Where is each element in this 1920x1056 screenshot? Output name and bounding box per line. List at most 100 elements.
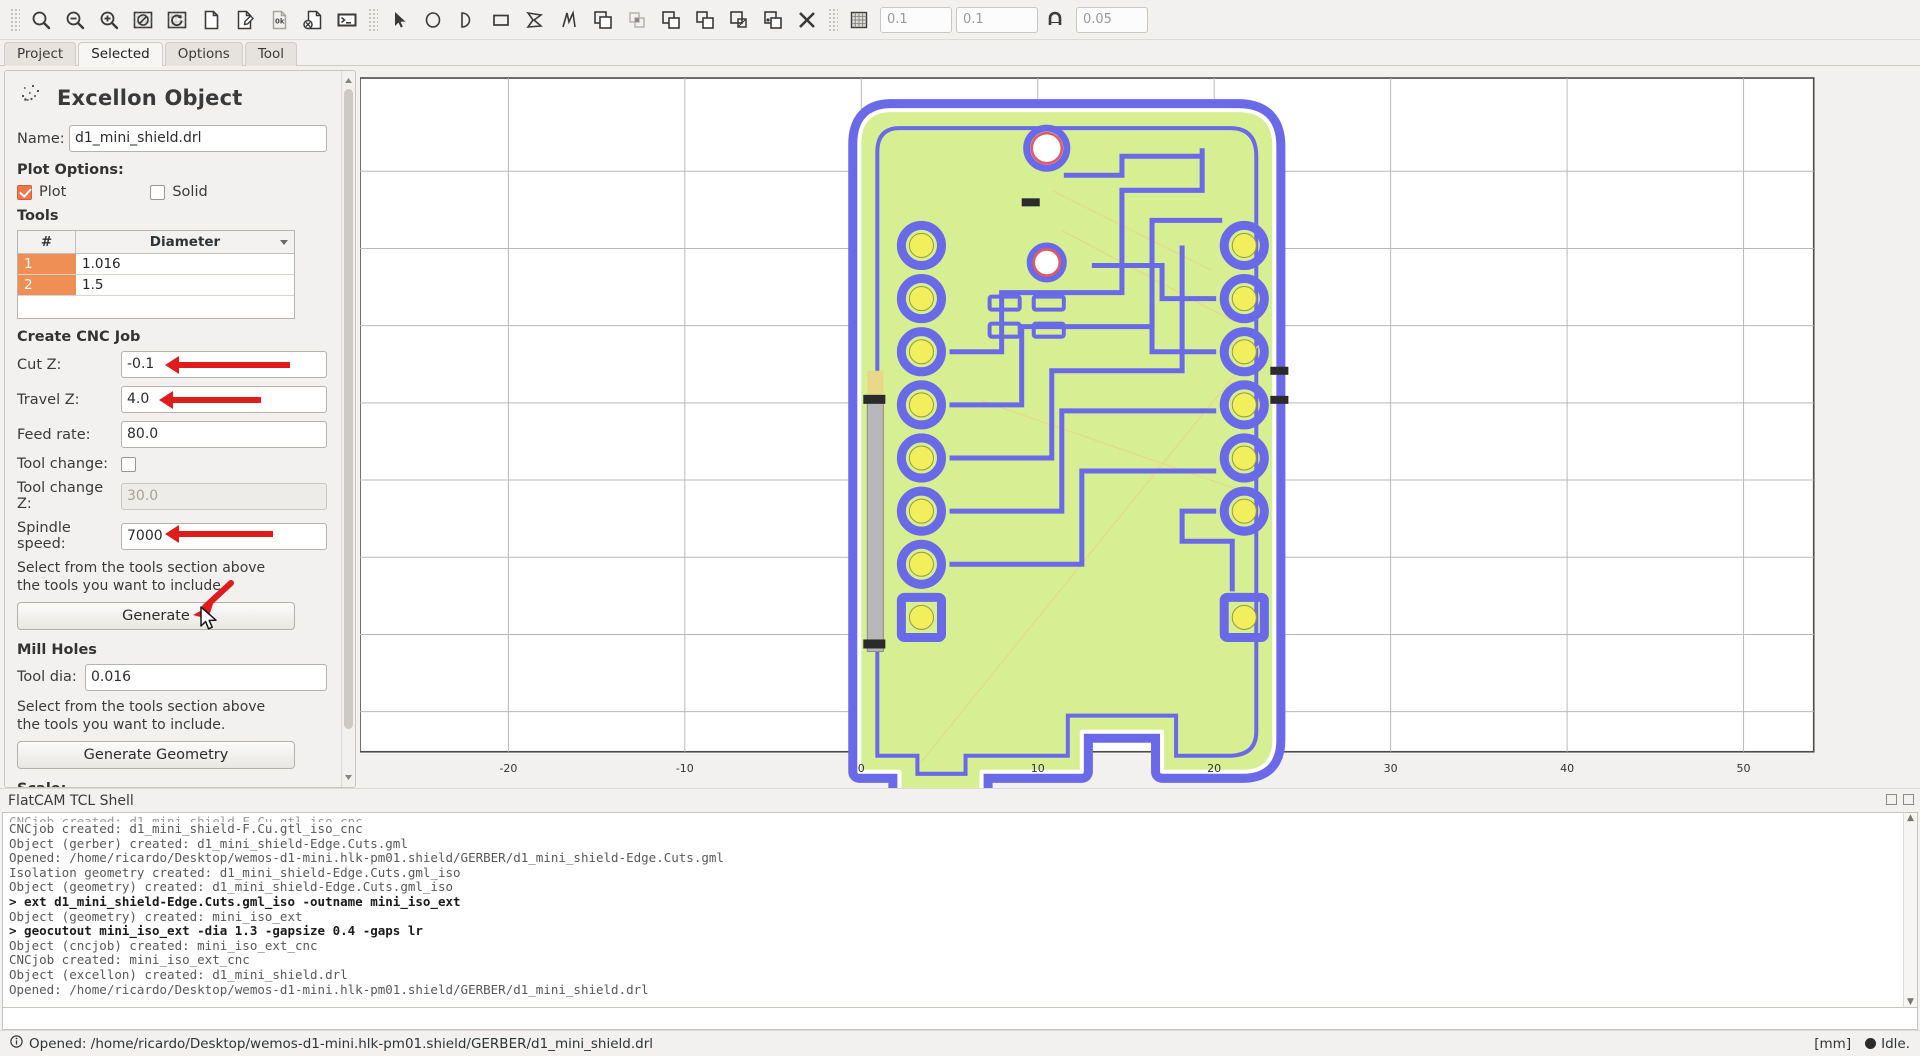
object-name-input[interactable]: d1_mini_shield.drl xyxy=(69,125,327,152)
shell-close-button[interactable] xyxy=(1903,794,1914,805)
svg-text:-10: -10 xyxy=(676,762,694,775)
shell-command-input[interactable] xyxy=(2,1008,1918,1030)
scroll-down-icon[interactable] xyxy=(344,770,353,784)
svg-text:30: 30 xyxy=(1384,762,1398,775)
tcl-shell[interactable]: CNCjob created: d1_mini_shield-F.Cu.gtl_… xyxy=(2,812,1918,1008)
polygon-icon[interactable] xyxy=(518,5,552,35)
save-ok-icon[interactable]: 0k xyxy=(262,5,296,35)
replot-icon[interactable] xyxy=(160,5,194,35)
plot-options-row: Plot Solid xyxy=(17,184,331,200)
cut-icon[interactable] xyxy=(688,5,722,35)
tab-options[interactable]: Options xyxy=(164,42,243,66)
tab-project[interactable]: Project xyxy=(4,42,77,66)
table-row[interactable]: 1 1.016 xyxy=(18,254,294,275)
main-toolbar: 0k 0.1 0.1 0.05 xyxy=(0,0,1920,40)
shell-scroll-up-icon[interactable]: ▲ xyxy=(1907,813,1914,823)
shell-window-buttons xyxy=(1886,794,1914,805)
toolbar-grip[interactable] xyxy=(10,7,20,32)
snap-max-input[interactable]: 0.05 xyxy=(1076,6,1148,33)
clear-plot-icon[interactable] xyxy=(126,5,160,35)
activity-indicator: Idle. xyxy=(1865,1036,1910,1052)
feed-rate-input[interactable]: 80.0 xyxy=(121,421,327,448)
new-file-icon[interactable] xyxy=(194,5,228,35)
grid-x-input[interactable]: 0.1 xyxy=(880,6,952,33)
grid-y-input[interactable]: 0.1 xyxy=(956,6,1038,33)
svg-text:40: 40 xyxy=(1560,762,1574,775)
shell-icon[interactable] xyxy=(330,5,364,35)
shell-scrollbar[interactable]: ▲ ▼ xyxy=(1903,813,1917,1007)
notebook-tabbar: Project Selected Options Tool xyxy=(0,40,1920,66)
toolbar-grip-3[interactable] xyxy=(828,7,838,32)
tool-dia-input[interactable]: 0.016 xyxy=(85,663,327,691)
mill-holes-hint: Select from the tools section above the … xyxy=(17,698,266,733)
cut-z-label: Cut Z: xyxy=(17,356,62,373)
shell-line: Object (gerber) created: d1_mini_shield-… xyxy=(9,835,408,851)
shell-scroll-down-icon[interactable]: ▼ xyxy=(1907,997,1914,1007)
snap-magnet-icon[interactable] xyxy=(1038,5,1072,35)
status-left: Opened: /home/ricardo/Desktop/wemos-d1-m… xyxy=(10,1035,653,1052)
plot-checkbox[interactable] xyxy=(17,184,32,200)
name-row: Name: d1_mini_shield.drl xyxy=(17,125,331,152)
rectangle-icon[interactable] xyxy=(484,5,518,35)
delete-file-icon[interactable] xyxy=(296,5,330,35)
travel-z-input[interactable]: 4.0 xyxy=(121,386,327,413)
tools-col-diameter[interactable]: Diameter xyxy=(76,231,294,253)
svg-text:20: 20 xyxy=(1207,762,1221,775)
svg-text:50: 50 xyxy=(1737,762,1751,775)
open-file-icon[interactable] xyxy=(228,5,262,35)
delete-shape-icon[interactable] xyxy=(790,5,824,35)
selected-panel-content: Excellon Object Name: d1_mini_shield.drl… xyxy=(5,71,341,787)
edge-connector-block xyxy=(866,400,884,652)
tool-diameter: 1.5 xyxy=(82,277,104,293)
zoom-out-icon[interactable] xyxy=(58,5,92,35)
shell-output: CNCjob created: d1_mini_shield-F.Cu.gtl_… xyxy=(3,813,1903,1007)
arc-icon[interactable] xyxy=(450,5,484,35)
zoom-in-icon[interactable] xyxy=(92,5,126,35)
left-panel-scrollbar[interactable] xyxy=(341,71,355,787)
toolbar-grip-2[interactable] xyxy=(368,7,378,32)
zoom-fit-icon[interactable] xyxy=(24,5,58,35)
generate-button[interactable]: Generate xyxy=(17,601,295,630)
tool-change-checkbox[interactable] xyxy=(121,456,136,472)
solid-checkbox[interactable] xyxy=(150,184,166,200)
table-row[interactable]: 2 1.5 xyxy=(18,275,294,296)
union-icon[interactable] xyxy=(586,5,620,35)
tool-diameter: 1.016 xyxy=(82,256,121,272)
edge-marker-3 xyxy=(1270,366,1289,375)
circle-icon[interactable] xyxy=(416,5,450,35)
excellon-object-icon xyxy=(19,83,47,113)
grid-icon[interactable] xyxy=(842,5,876,35)
left-scroll-thumb[interactable] xyxy=(344,89,353,729)
edge-connector-tab xyxy=(867,370,884,397)
chevron-down-icon[interactable] xyxy=(280,240,288,245)
path-icon[interactable] xyxy=(552,5,586,35)
shell-line: Object (excellon) created: d1_mini_shiel… xyxy=(9,966,348,982)
tool-dia-label: Tool dia: xyxy=(17,669,77,686)
subtract-icon[interactable] xyxy=(654,5,688,35)
info-icon xyxy=(10,1035,23,1052)
feed-rate-label: Feed rate: xyxy=(17,426,91,443)
generate-geometry-button[interactable]: Generate Geometry xyxy=(17,740,295,769)
status-bar: Opened: /home/ricardo/Desktop/wemos-d1-m… xyxy=(0,1030,1920,1056)
shell-float-button[interactable] xyxy=(1886,794,1897,805)
spindle-speed-input[interactable]: 7000 xyxy=(121,522,327,550)
tool-change-row: Tool change: xyxy=(17,456,331,472)
activity-label: Idle. xyxy=(1881,1035,1910,1052)
tab-tool[interactable]: Tool xyxy=(244,42,298,66)
tool-change-z-label: Tool change Z: xyxy=(17,480,104,512)
copy-icon[interactable] xyxy=(722,5,756,35)
plot-area[interactable]: -20 -10 0 10 20 30 40 50 0 5 10 15 20 25 xyxy=(360,70,1916,812)
pcb-plot-canvas[interactable]: -20 -10 0 10 20 30 40 50 0 5 10 15 20 25 xyxy=(360,70,1916,812)
shell-line: Isolation geometry created: d1_mini_shie… xyxy=(9,864,461,880)
tools-table[interactable]: # Diameter 1 1.016 2 1.5 xyxy=(17,230,295,319)
tab-selected[interactable]: Selected xyxy=(78,42,163,66)
tools-table-empty-row[interactable] xyxy=(18,296,294,318)
cut-z-input[interactable]: -0.1 xyxy=(121,351,327,378)
scroll-up-icon[interactable] xyxy=(344,73,353,87)
shell-title: FlatCAM TCL Shell xyxy=(8,792,134,809)
select-pointer-icon[interactable] xyxy=(382,5,416,35)
shell-line: Opened: /home/ricardo/Desktop/wemos-d1-m… xyxy=(9,850,724,866)
tool-change-label: Tool change: xyxy=(17,456,109,472)
intersection-icon[interactable] xyxy=(620,5,654,35)
move-icon[interactable] xyxy=(756,5,790,35)
